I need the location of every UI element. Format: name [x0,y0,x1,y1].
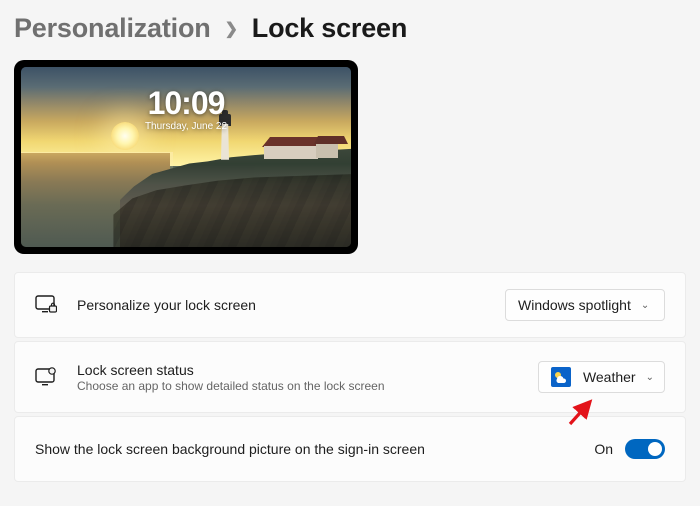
preview-time: 10:09 [21,87,351,119]
row-personalize-lock-screen[interactable]: Personalize your lock screen Windows spo… [14,272,686,338]
chevron-down-icon: ⌄ [641,300,649,311]
chevron-right-icon: ❯ [225,19,238,39]
dropdown-label: Weather [583,369,636,385]
row-lock-screen-status[interactable]: Lock screen status Choose an app to show… [14,341,686,413]
status-app-dropdown[interactable]: Weather ⌄ [538,361,665,393]
row-title: Lock screen status [77,362,538,378]
lock-screen-preview[interactable]: 10:09 Thursday, June 22 [14,60,358,254]
breadcrumb: Personalization ❯ Lock screen [0,0,700,44]
weather-icon [551,367,571,387]
breadcrumb-parent[interactable]: Personalization [14,13,211,44]
row-description: Choose an app to show detailed status on… [77,379,538,393]
chevron-down-icon: ⌄ [646,372,654,383]
dropdown-label: Windows spotlight [518,297,631,313]
house-graphic [264,137,318,159]
toggle-state-label: On [594,441,613,457]
page-title: Lock screen [252,13,407,44]
side-building-graphic [316,144,338,158]
signin-background-toggle[interactable] [625,439,665,459]
monitor-badge-icon [35,367,57,387]
row-signin-background: Show the lock screen background picture … [14,416,686,482]
row-title: Personalize your lock screen [77,297,505,313]
monitor-lock-icon [35,295,57,315]
row-title: Show the lock screen background picture … [35,441,594,457]
personalize-dropdown[interactable]: Windows spotlight ⌄ [505,289,665,321]
preview-date: Thursday, June 22 [21,121,351,132]
